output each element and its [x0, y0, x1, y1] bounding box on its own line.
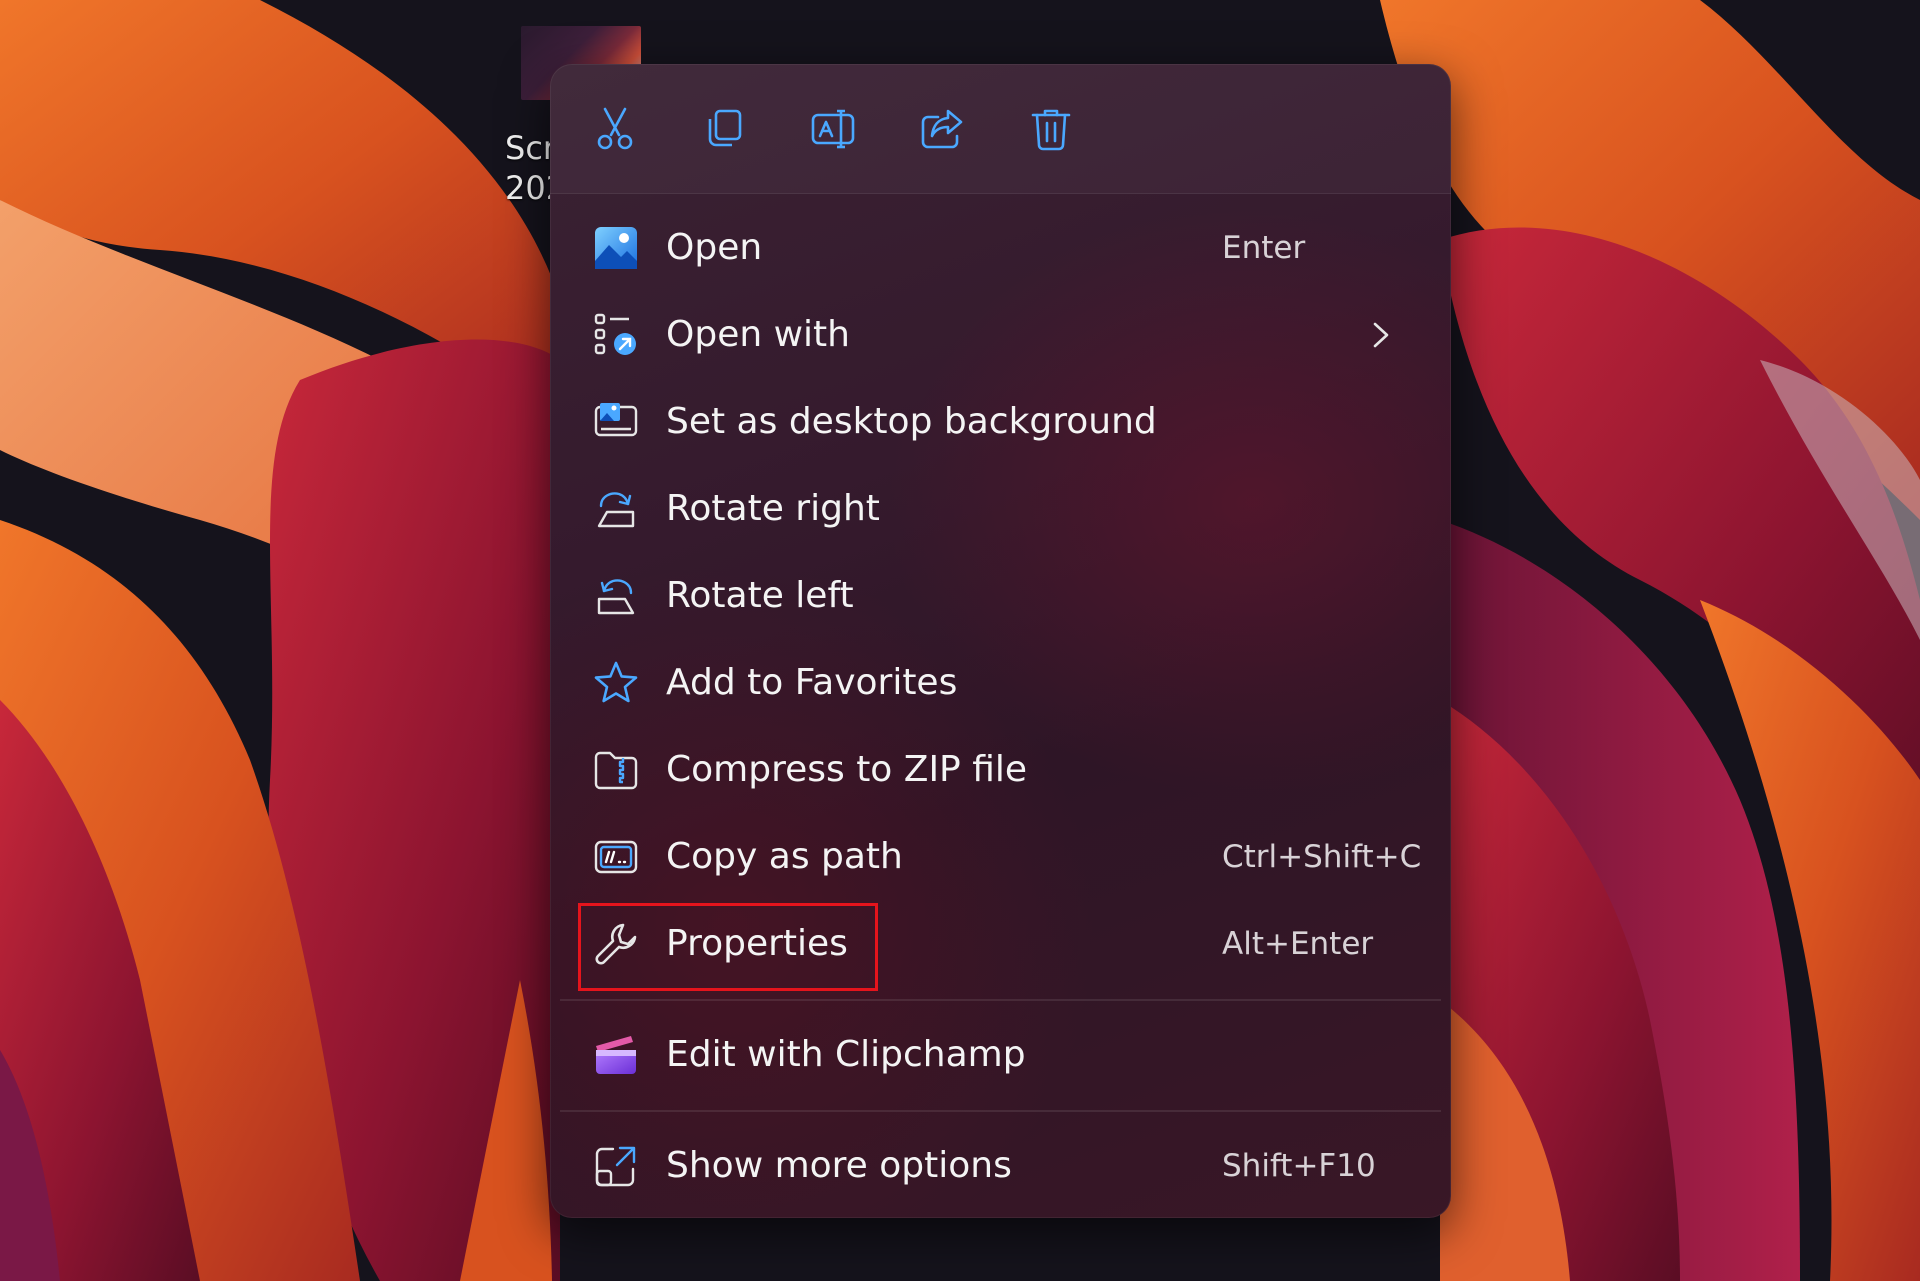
menu-item-shortcut: Enter: [1222, 230, 1306, 266]
copy-button[interactable]: [689, 94, 759, 164]
chevron-right-icon: [1373, 322, 1389, 348]
menu-item-compress-zip[interactable]: Compress to ZIP file: [574, 727, 1427, 813]
menu-item-label: Set as desktop background: [666, 401, 1157, 442]
menu-item-shortcut: Ctrl+Shift+C: [1222, 839, 1422, 875]
menu-item-shortcut: Alt+Enter: [1222, 926, 1374, 962]
desktop-background-icon: [592, 399, 640, 445]
menu-item-label: Rotate left: [666, 575, 854, 616]
menu-item-rotate-left[interactable]: Rotate left: [574, 553, 1427, 639]
menu-item-label: Show more options: [666, 1145, 1012, 1186]
menu-item-add-to-favorites[interactable]: Add to Favorites: [574, 640, 1427, 726]
menu-item-label: Rotate right: [666, 488, 880, 529]
share-button[interactable]: [907, 94, 977, 164]
desktop: Scr 202 Open Enter Open with Set as desk…: [0, 0, 1920, 1281]
trash-icon: [1031, 109, 1071, 151]
menu-item-edit-with-clipchamp[interactable]: Edit with Clipchamp: [574, 1012, 1427, 1098]
context-menu: Open Enter Open with Set as desktop back…: [550, 64, 1451, 1218]
rename-button[interactable]: [798, 94, 868, 164]
menu-item-open[interactable]: Open Enter: [574, 205, 1427, 291]
menu-divider: [560, 1110, 1441, 1112]
menu-item-label: Open with: [666, 314, 850, 355]
photos-app-icon: [592, 225, 640, 271]
share-icon: [921, 109, 963, 149]
menu-item-show-more-options[interactable]: Show more options Shift+F10: [574, 1123, 1427, 1209]
cut-button[interactable]: [580, 94, 650, 164]
copy-path-icon: [592, 834, 640, 880]
menu-item-copy-as-path[interactable]: Copy as path Ctrl+Shift+C: [574, 814, 1427, 900]
menu-item-open-with[interactable]: Open with: [574, 292, 1427, 378]
zip-folder-icon: [592, 747, 640, 793]
delete-button[interactable]: [1016, 94, 1086, 164]
copy-icon: [708, 109, 742, 147]
rotate-right-icon: [592, 486, 640, 532]
menu-item-rotate-right[interactable]: Rotate right: [574, 466, 1427, 552]
menu-item-label: Copy as path: [666, 836, 903, 877]
menu-item-set-desktop-background[interactable]: Set as desktop background: [574, 379, 1427, 465]
menu-item-label: Edit with Clipchamp: [666, 1034, 1026, 1075]
rotate-left-icon: [592, 573, 640, 619]
rename-icon: [811, 109, 855, 149]
menu-item-shortcut: Shift+F10: [1222, 1148, 1376, 1184]
menu-divider: [560, 999, 1441, 1001]
show-more-options-icon: [592, 1143, 640, 1189]
open-with-icon: [592, 312, 640, 358]
star-icon: [592, 660, 640, 706]
menu-item-label: Compress to ZIP file: [666, 749, 1028, 790]
menu-item-label: Add to Favorites: [666, 662, 958, 703]
scissors-icon: [597, 107, 633, 150]
highlight-box: [578, 903, 878, 991]
context-menu-toolbar: [550, 64, 1451, 194]
menu-item-label: Open: [666, 227, 763, 268]
clipchamp-icon: [592, 1032, 640, 1078]
